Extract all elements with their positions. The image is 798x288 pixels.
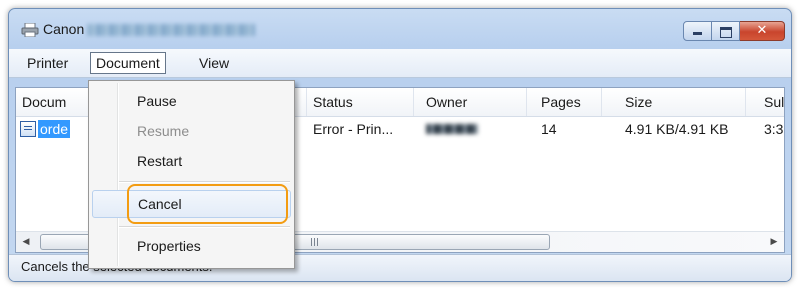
submitted-cell: 3:3 — [764, 121, 784, 137]
printer-icon — [21, 23, 39, 37]
column-header-status[interactable]: Status — [307, 88, 414, 116]
document-icon — [20, 121, 36, 137]
column-header-owner[interactable]: Owner — [420, 88, 527, 116]
document-name-cell[interactable]: orde — [16, 116, 90, 142]
column-header-pages[interactable]: Pages — [535, 88, 602, 116]
menu-printer[interactable]: Printer — [21, 54, 74, 72]
window-title: Canon — [43, 21, 85, 37]
menu-item-pause[interactable]: Pause — [91, 87, 292, 115]
title-bar[interactable]: Canon ✕ — [9, 9, 791, 49]
document-name: orde — [38, 120, 71, 138]
menu-bar: Printer Document View — [9, 49, 791, 78]
menu-document[interactable]: Document — [90, 52, 166, 74]
column-header-submitted[interactable]: Sul — [758, 88, 791, 116]
close-icon: ✕ — [756, 23, 768, 38]
minimize-button[interactable] — [683, 21, 712, 41]
window-controls: ✕ — [683, 21, 785, 41]
menu-item-properties[interactable]: Properties — [91, 232, 292, 260]
column-header-size[interactable]: Size — [619, 88, 746, 116]
menu-item-restart[interactable]: Restart — [91, 147, 292, 175]
size-cell: 4.91 KB/4.91 KB — [625, 121, 729, 137]
pages-cell: 14 — [541, 121, 557, 137]
maximize-icon — [720, 27, 732, 38]
menu-separator — [119, 181, 290, 183]
maximize-button[interactable] — [712, 21, 740, 41]
document-menu-dropdown: Pause Resume Restart Cancel Properties — [88, 80, 295, 269]
status-cell: Error - Prin... — [313, 121, 394, 137]
obscured-owner-name — [426, 124, 478, 134]
obscured-printer-name — [87, 24, 255, 36]
menu-separator — [119, 226, 290, 228]
owner-cell — [420, 116, 526, 142]
close-button[interactable]: ✕ — [740, 21, 785, 41]
menu-view[interactable]: View — [193, 54, 235, 72]
grip-icon — [311, 238, 319, 246]
minimize-icon — [693, 32, 702, 35]
menu-item-resume: Resume — [137, 123, 190, 139]
scroll-left-icon[interactable]: ◀ — [16, 232, 36, 252]
scroll-right-icon[interactable]: ▶ — [764, 232, 784, 252]
cancel-highlight-ring — [127, 184, 288, 224]
